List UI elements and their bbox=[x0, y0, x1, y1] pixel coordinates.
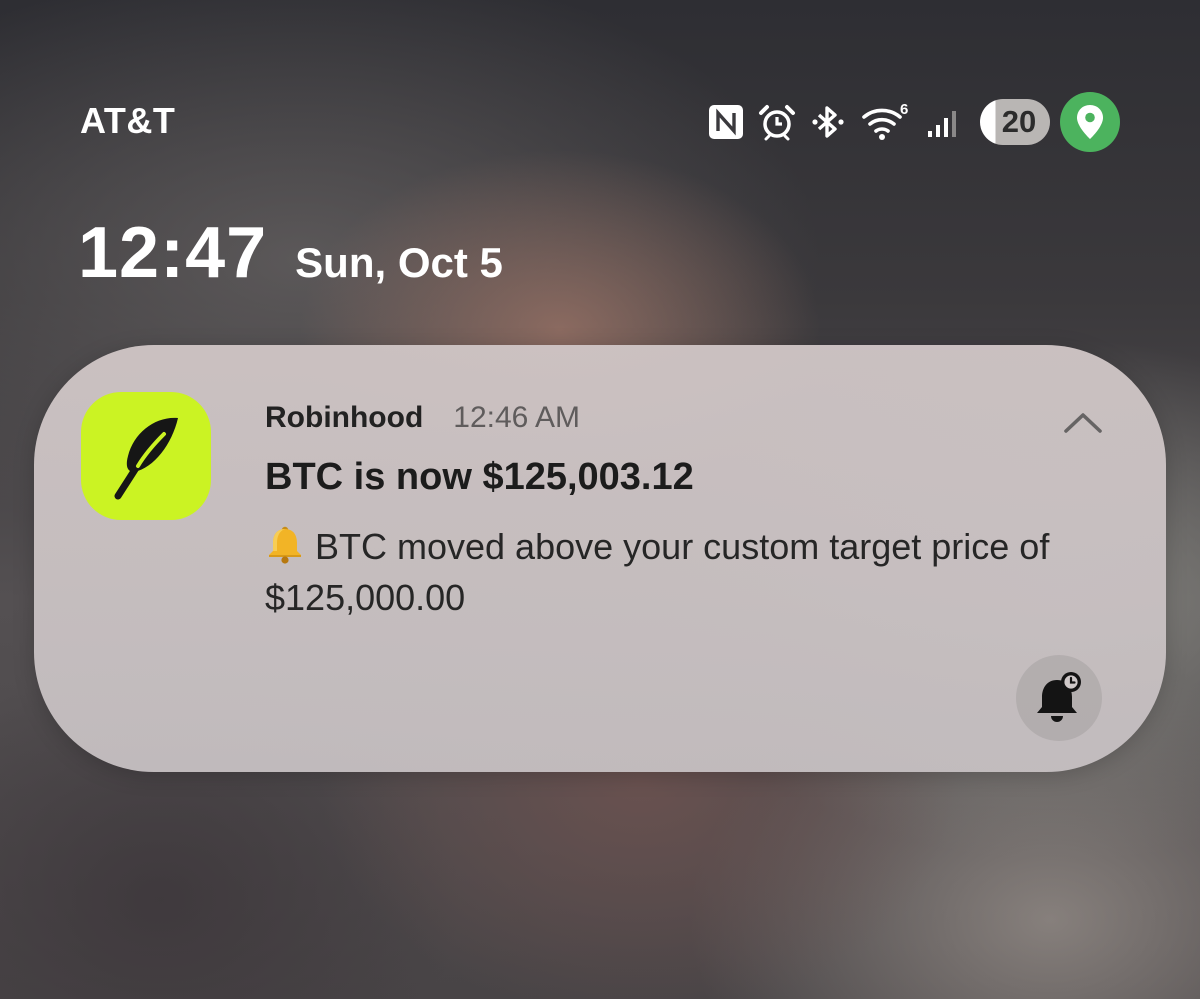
snooze-bell-icon[interactable] bbox=[1016, 655, 1102, 741]
notification-app-name: Robinhood bbox=[265, 401, 424, 434]
notification-card[interactable]: Robinhood 12:46 AM BTC is now $125,003.1… bbox=[34, 345, 1166, 772]
signal-icon bbox=[928, 111, 956, 137]
clock-time: 12:47 bbox=[78, 213, 268, 293]
wifi-icon: 6 bbox=[862, 102, 908, 140]
lockscreen-clock: 12:47 Sun, Oct 5 bbox=[78, 212, 503, 294]
bluetooth-icon bbox=[812, 106, 844, 138]
battery-indicator: 20 bbox=[980, 99, 1050, 145]
nfc-icon bbox=[709, 105, 743, 139]
collapse-chevron-icon[interactable] bbox=[1058, 403, 1108, 443]
location-pin-icon bbox=[1077, 105, 1103, 139]
notification-body-text: BTC moved above your custom target price… bbox=[265, 526, 1050, 618]
carrier-name: AT&T bbox=[80, 100, 176, 141]
notification-time: 12:46 AM bbox=[453, 401, 581, 434]
clock-date: Sun, Oct 5 bbox=[295, 239, 503, 286]
location-indicator bbox=[1060, 92, 1120, 152]
status-icons: 6 20 bbox=[708, 92, 1120, 152]
notification-title: BTC is now $125,003.12 bbox=[265, 456, 694, 498]
wifi-generation-label: 6 bbox=[900, 102, 908, 118]
notification-header: Robinhood 12:46 AM bbox=[265, 401, 580, 435]
battery-level: 20 bbox=[1001, 104, 1037, 139]
robinhood-feather-icon bbox=[81, 392, 211, 520]
bell-emoji bbox=[269, 526, 301, 564]
notification-body: BTC moved above your custom target price… bbox=[265, 521, 1085, 623]
alarm-icon bbox=[759, 105, 795, 141]
